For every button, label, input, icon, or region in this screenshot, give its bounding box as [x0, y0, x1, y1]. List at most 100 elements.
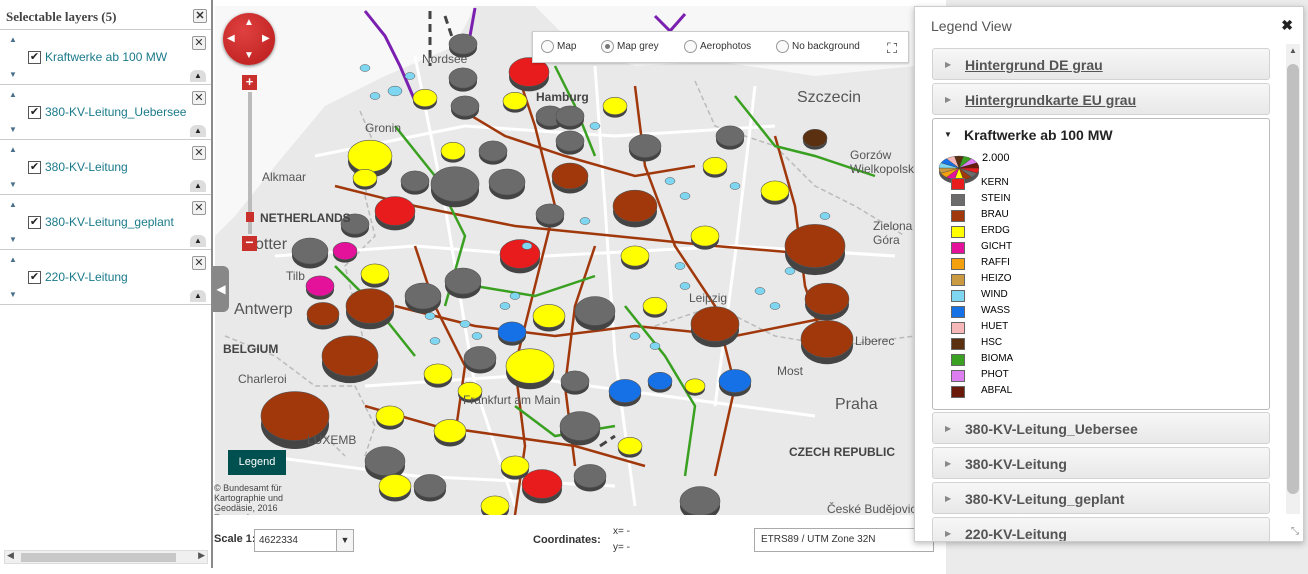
layer-checkbox[interactable]: ✔ [28, 271, 41, 284]
legend-scrollbar[interactable]: ▲ [1286, 44, 1300, 514]
layer-checkbox[interactable]: ✔ [28, 161, 41, 174]
legend-section-label[interactable]: 380-KV-Leitung_geplant [965, 491, 1124, 507]
legend-section-label[interactable]: Kraftwerke ab 100 MW [964, 127, 1113, 143]
power-plant-marker [679, 486, 721, 515]
legend-section-label[interactable]: 380-KV-Leitung [965, 456, 1067, 472]
legend-section-label[interactable]: 220-KV-Leitung [965, 526, 1067, 541]
basemap-option-aerophotos[interactable]: Aerophotos [684, 40, 751, 53]
layer-scroll-up-icon[interactable]: ▲ [190, 235, 206, 247]
chevron-up-icon[interactable]: ▲ [9, 145, 17, 154]
scroll-up-icon[interactable]: ▲ [1289, 46, 1297, 55]
scroll-left-icon[interactable]: ◀ [7, 550, 14, 561]
zoom-out-button[interactable]: − [242, 235, 257, 251]
legend-button[interactable]: Legend [228, 450, 286, 475]
power-plant-marker [521, 469, 563, 499]
chevron-down-icon[interactable]: ▼ [9, 290, 17, 299]
power-plant-marker [463, 346, 497, 370]
power-plant-marker [551, 162, 589, 190]
pan-up-icon[interactable]: ▲ [244, 17, 254, 28]
chevron-down-icon[interactable]: ▼ [336, 530, 353, 551]
layer-label[interactable]: 380-KV-Leitung [45, 160, 128, 174]
legend-section-label[interactable]: 380-KV-Leitung_Uebersee [965, 421, 1138, 437]
chevron-up-icon[interactable]: ▲ [9, 35, 17, 44]
layer-scroll-up-icon[interactable]: ▲ [190, 180, 206, 192]
layer-label[interactable]: 380-KV-Leitung_Uebersee [45, 105, 186, 119]
legend-section-label[interactable]: Hintergrundkarte EU grau [965, 92, 1136, 108]
remove-layer-button[interactable]: ✕ [192, 201, 206, 215]
power-plant-marker [784, 224, 846, 268]
chevron-down-icon[interactable]: ▼ [9, 180, 17, 189]
power-plant-marker [347, 139, 393, 173]
legend-scroll-thumb[interactable] [1287, 64, 1299, 494]
crs-select[interactable]: ETRS89 / UTM Zone 32N [754, 528, 934, 552]
basemap-option-no-background[interactable]: No background [776, 40, 860, 53]
legend-section-label[interactable]: Hintergrund DE grau [965, 57, 1103, 73]
legend-swatch [951, 194, 965, 206]
chevron-up-icon[interactable]: ▲ [9, 90, 17, 99]
layer-scroll-up-icon[interactable]: ▲ [190, 125, 206, 137]
horizontal-scrollbar[interactable]: ◀ ▶ [4, 550, 208, 564]
chevron-down-icon[interactable]: ▼ [9, 70, 17, 79]
coordinate-y: y= - [613, 542, 630, 553]
resize-grip-icon[interactable]: ⤡ [1291, 526, 1299, 537]
wind-plant-marker [679, 282, 691, 290]
power-plant-marker [480, 495, 510, 515]
layer-scroll-up-icon[interactable]: ▲ [190, 290, 206, 302]
chevron-up-icon[interactable]: ▲ [9, 255, 17, 264]
remove-layer-button[interactable]: ✕ [192, 36, 206, 50]
legend-section[interactable]: ▶ 380-KV-Leitung [932, 447, 1270, 479]
legend-entry-label: PHOT [981, 369, 1009, 380]
legend-section[interactable]: ▶ Hintergrund DE grau [932, 48, 1270, 80]
map-canvas[interactable]: Nordsee Hamburg Szczecin Gronin Gorzów Wielk… [215, 6, 915, 515]
scroll-thumb[interactable] [21, 553, 176, 562]
legend-section[interactable]: ▶ 380-KV-Leitung_geplant [932, 482, 1270, 514]
basemap-option-map-grey[interactable]: Map grey [601, 40, 659, 53]
legend-section[interactable]: ▶ 220-KV-Leitung [932, 517, 1270, 541]
layer-scroll-up-icon[interactable]: ▲ [190, 70, 206, 82]
basemap-label: No background [792, 41, 860, 53]
remove-layer-button[interactable]: ✕ [192, 256, 206, 270]
radio-icon[interactable] [541, 40, 554, 53]
scale-select[interactable]: 4622334 ▼ [254, 529, 354, 552]
chevron-down-icon[interactable]: ▼ [9, 235, 17, 244]
chevron-down-icon[interactable]: ▼ [9, 125, 17, 134]
layer-item: ▲ ✔ 220-KV-Leitung ✕ ▼ ▲ [0, 250, 211, 305]
power-plant-marker [321, 335, 379, 377]
close-icon[interactable]: ✖ [1281, 17, 1293, 34]
coordinates-label: Coordinates: [533, 534, 601, 546]
zoom-in-button[interactable]: + [242, 75, 257, 90]
pan-right-icon[interactable]: ▶ [262, 33, 270, 44]
power-plant-marker [690, 225, 720, 247]
remove-layer-button[interactable]: ✕ [192, 146, 206, 160]
remove-layer-button[interactable]: ✕ [192, 91, 206, 105]
basemap-option-map[interactable]: Map [541, 40, 576, 53]
radio-icon[interactable] [684, 40, 697, 53]
layer-checkbox[interactable]: ✔ [28, 106, 41, 119]
pan-control[interactable]: ▲ ▼ ◀ ▶ [223, 13, 275, 65]
layer-checkbox[interactable]: ✔ [28, 51, 41, 64]
power-plant-marker [499, 239, 541, 269]
map-label-leipzig: Leipzig [689, 291, 728, 305]
scroll-right-icon[interactable]: ▶ [198, 550, 205, 561]
caret-right-icon: ▶ [945, 95, 952, 104]
collapse-panel-handle[interactable]: ◀ [213, 266, 229, 312]
layer-checkbox[interactable]: ✔ [28, 216, 41, 229]
power-plant-marker [628, 134, 662, 158]
power-plant-marker [620, 245, 650, 267]
pan-down-icon[interactable]: ▼ [244, 50, 254, 61]
chevron-up-icon[interactable]: ▲ [9, 200, 17, 209]
layer-label[interactable]: 380-KV-Leitung_geplant [45, 215, 174, 229]
layer-label[interactable]: Kraftwerke ab 100 MW [45, 50, 167, 64]
layer-label[interactable]: 220-KV-Leitung [45, 270, 128, 284]
radio-icon[interactable] [776, 40, 789, 53]
zoom-slider-handle[interactable] [246, 212, 254, 222]
close-panel-button[interactable]: ✕ [193, 9, 207, 23]
legend-section[interactable]: ▶ Hintergrundkarte EU grau [932, 83, 1270, 115]
radio-selected-icon[interactable] [601, 40, 614, 53]
legend-entry-label: GICHT [981, 241, 1013, 252]
caret-down-icon[interactable]: ▼ [944, 130, 952, 139]
pan-left-icon[interactable]: ◀ [227, 33, 235, 44]
scale-value: 4622334 [259, 535, 298, 546]
legend-section[interactable]: ▶ 380-KV-Leitung_Uebersee [932, 412, 1270, 444]
fullscreen-icon[interactable]: ⛶ [882, 38, 902, 58]
